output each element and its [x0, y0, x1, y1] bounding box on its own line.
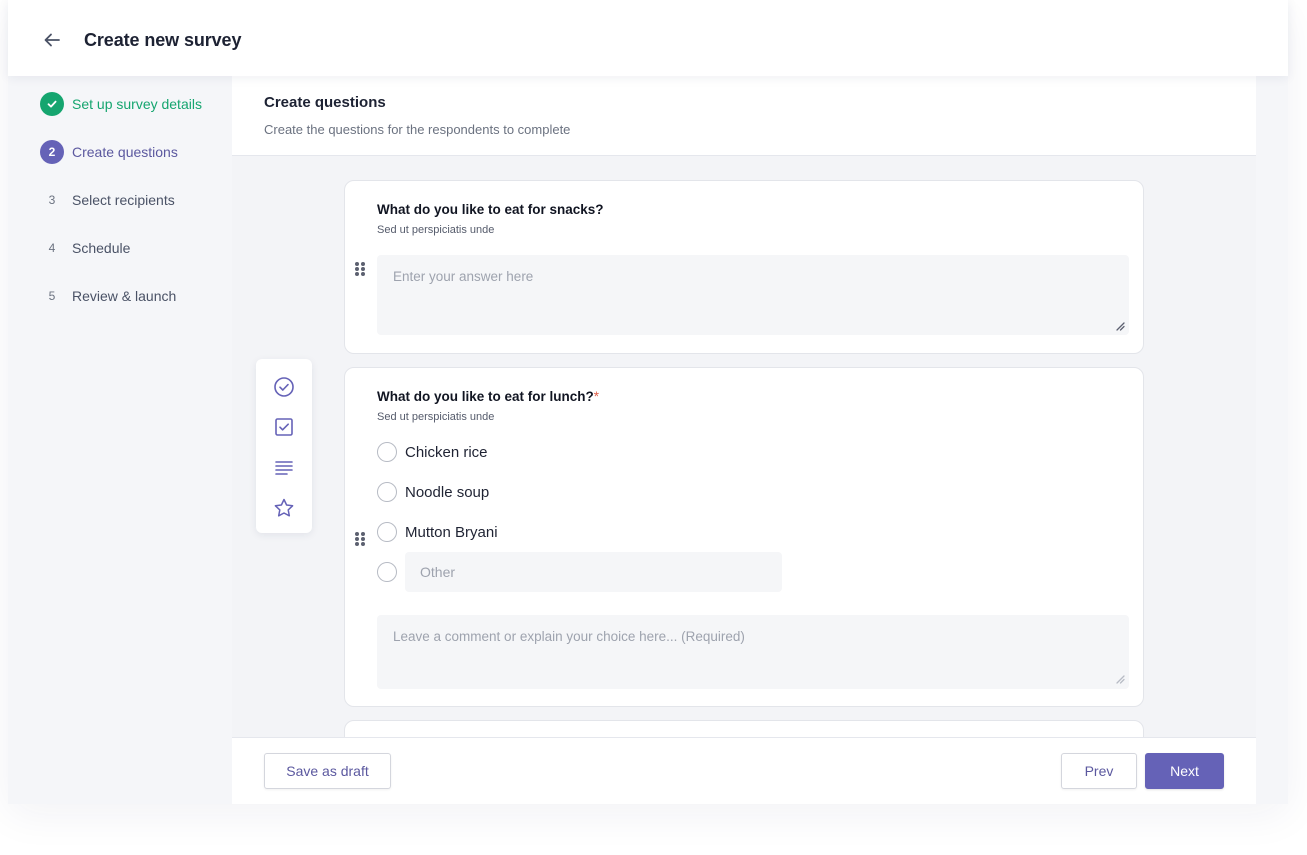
- check-icon: [40, 92, 64, 116]
- next-button[interactable]: Next: [1145, 753, 1224, 789]
- step-number: 3: [48, 193, 56, 207]
- question-description: Sed ut perspiciatis unde: [377, 411, 495, 423]
- step-select-recipients[interactable]: 3 Select recipients: [40, 188, 230, 236]
- other-option-input[interactable]: [405, 552, 782, 592]
- question-card[interactable]: [344, 720, 1144, 737]
- step-number: 2: [40, 140, 64, 164]
- question-type-toolbox: [256, 359, 312, 533]
- app-window: Create new survey Set up survey details …: [8, 0, 1288, 804]
- question-description: Sed ut perspiciatis unde: [377, 224, 495, 236]
- option-label: Mutton Bryani: [405, 523, 498, 541]
- option-label: Noodle soup: [405, 483, 490, 501]
- panel-subtitle: Create the questions for the respondents…: [264, 122, 571, 137]
- option-label: Chicken rice: [405, 443, 488, 461]
- step-label: Schedule: [72, 240, 131, 256]
- step-create-questions[interactable]: 2 Create questions: [40, 140, 230, 188]
- drag-handle-icon[interactable]: [355, 532, 365, 546]
- star-icon[interactable]: [272, 496, 296, 520]
- required-mark: *: [593, 389, 600, 404]
- step-number: 4: [48, 241, 56, 255]
- option-other[interactable]: [377, 561, 397, 583]
- step-label: Set up survey details: [72, 96, 202, 112]
- option-noodle-soup[interactable]: Noodle soup: [377, 481, 489, 503]
- question-title-text: What do you like to eat for lunch?: [377, 389, 594, 404]
- question-card[interactable]: What do you like to eat for snacks? Sed …: [344, 180, 1144, 354]
- top-header: Create new survey: [8, 0, 1288, 76]
- stepper: Set up survey details 2 Create questions…: [40, 92, 230, 332]
- radio-button[interactable]: [377, 562, 397, 582]
- back-button[interactable]: [36, 24, 68, 56]
- question-card[interactable]: What do you like to eat for lunch?* Sed …: [344, 367, 1144, 707]
- footer-bar: Save as draft Prev Next: [232, 737, 1256, 804]
- comment-input[interactable]: [377, 615, 1129, 689]
- page-title: Create new survey: [84, 30, 242, 50]
- panel-header: Create questions Create the questions fo…: [232, 76, 1256, 156]
- step-set-up-survey-details[interactable]: Set up survey details: [40, 92, 230, 140]
- arrow-left-icon: [44, 33, 60, 47]
- option-chicken-rice[interactable]: Chicken rice: [377, 441, 488, 463]
- question-title: What do you like to eat for lunch?*: [377, 389, 599, 404]
- step-review-launch[interactable]: 5 Review & launch: [40, 284, 230, 332]
- checkbox-icon[interactable]: [272, 415, 296, 439]
- check-circle-icon[interactable]: [272, 375, 296, 399]
- paragraph-icon[interactable]: [272, 456, 296, 480]
- step-number: 5: [48, 289, 56, 303]
- radio-button[interactable]: [377, 482, 397, 502]
- questions-scroll-area[interactable]: What do you like to eat for snacks? Sed …: [232, 157, 1256, 737]
- step-schedule[interactable]: 4 Schedule: [40, 236, 230, 284]
- save-as-draft-button[interactable]: Save as draft: [264, 753, 391, 789]
- option-mutton-bryani[interactable]: Mutton Bryani: [377, 521, 498, 543]
- question-title: What do you like to eat for snacks?: [377, 202, 604, 217]
- step-label: Review & launch: [72, 288, 177, 304]
- prev-button[interactable]: Prev: [1061, 753, 1137, 789]
- radio-button[interactable]: [377, 442, 397, 462]
- step-label: Create questions: [72, 144, 178, 160]
- drag-handle-icon[interactable]: [355, 262, 365, 276]
- radio-button[interactable]: [377, 522, 397, 542]
- answer-input[interactable]: [377, 255, 1129, 335]
- panel-title: Create questions: [264, 94, 386, 111]
- step-label: Select recipients: [72, 192, 175, 208]
- main-panel: Create questions Create the questions fo…: [232, 76, 1256, 804]
